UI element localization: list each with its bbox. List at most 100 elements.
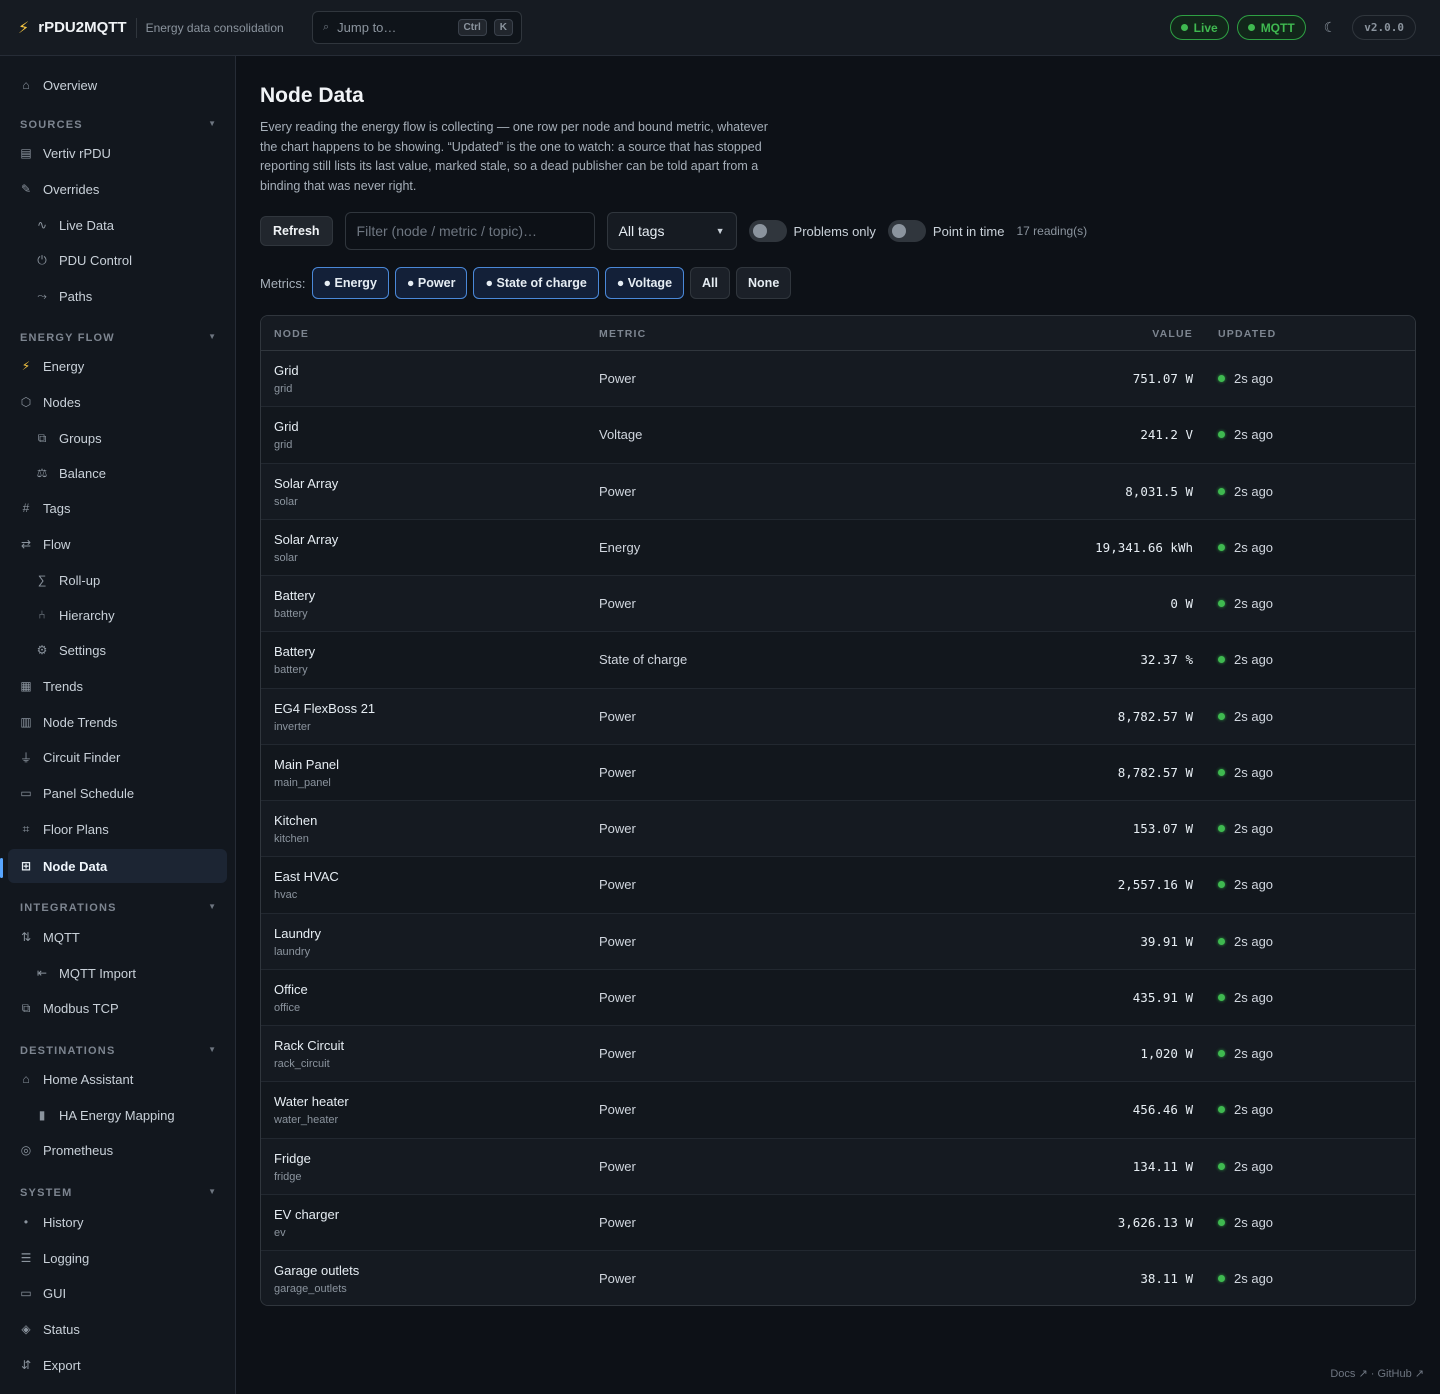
section-label: SYSTEM	[20, 1187, 73, 1199]
sidebar-item-overview[interactable]: ⌂ Overview	[8, 68, 227, 102]
theme-toggle-moon-icon[interactable]: ☾	[1324, 19, 1337, 36]
header-value[interactable]: VALUE	[1152, 328, 1193, 340]
metric-cell: Power	[599, 1271, 636, 1286]
metric-chip-energy[interactable]: ● Energy	[311, 267, 389, 299]
sidebar-item-modbus[interactable]: ⧉ Modbus TCP	[8, 991, 227, 1025]
node-cell: EG4 FlexBoss 21 inverter	[274, 701, 375, 733]
sidebar-item-ha-energy[interactable]: ▮ HA Energy Mapping	[8, 1098, 227, 1132]
sidebar-item-label: Status	[43, 1321, 80, 1337]
sidebar-item-mqtt[interactable]: ⇅ MQTT	[8, 920, 227, 954]
sidebar-item-nodes[interactable]: ⬡ Nodes	[8, 385, 227, 419]
section-integrations[interactable]: INTEGRATIONS ▼	[20, 902, 216, 914]
problems-only-toggle[interactable]	[748, 220, 787, 242]
sidebar-item-overrides[interactable]: ✎ Overrides	[8, 172, 227, 206]
sidebar-item-trends[interactable]: ▦ Trends	[8, 669, 227, 703]
docs-link[interactable]: Docs ↗	[1330, 1368, 1367, 1380]
hexagon-icon: ⬡	[20, 395, 32, 409]
table-row[interactable]: EG4 FlexBoss 21 inverter Power 8,782.57 W 2s…	[261, 688, 1415, 745]
metric-chip-power[interactable]: ● Power	[394, 267, 468, 299]
node-cell: Water heater water_heater	[274, 1094, 349, 1126]
metric-cell: Power	[599, 1158, 636, 1174]
sidebar-item-label: Settings	[59, 642, 106, 658]
table-row[interactable]: Rack Circuit rack_circuit Power 1,020 W 2s a…	[261, 1026, 1415, 1083]
sidebar-item-tags[interactable]: # Tags	[8, 491, 227, 525]
footer-links: Docs ↗ · GitHub ↗	[1330, 1367, 1424, 1380]
refresh-button[interactable]: Refresh	[260, 216, 333, 246]
sidebar-item-status[interactable]: ◈ Status	[8, 1312, 227, 1346]
table-row[interactable]: Water heater water_heater Power 456.46 W 2s …	[261, 1082, 1415, 1139]
sidebar-item-logging[interactable]: ☰ Logging	[8, 1241, 227, 1275]
sidebar-item-pdu-control[interactable]: ⏻ PDU Control	[8, 243, 227, 277]
window-icon: ▭	[20, 1286, 32, 1300]
sidebar-item-floor-plans[interactable]: ⌗ Floor Plans	[8, 812, 227, 846]
section-sources[interactable]: SOURCES ▼	[20, 119, 216, 131]
sidebar-item-vertiv[interactable]: ▤ Vertiv rPDU	[8, 136, 227, 170]
table-row[interactable]: Fridge fridge Power 134.11 W 2s ago	[261, 1138, 1415, 1195]
sidebar-item-hierarchy[interactable]: ⑃ Hierarchy	[8, 598, 227, 632]
sidebar-item-groups[interactable]: ⧉ Groups	[8, 421, 227, 455]
sidebar-item-export[interactable]: ⇵ Export	[8, 1348, 227, 1382]
metric-chip-none[interactable]: None	[736, 267, 792, 299]
point-in-time-toggle[interactable]	[887, 220, 926, 242]
table-row[interactable]: Office office Power 435.91 W 2s ago	[261, 969, 1415, 1026]
table-row[interactable]: Solar Array solar Energy 19,341.66 kWh 2s ag…	[261, 519, 1415, 576]
metric-chip-state-of-charge[interactable]: ● State of charge	[473, 267, 599, 299]
jump-to-input[interactable]	[337, 20, 451, 35]
sidebar-item-settings[interactable]: ⚙ Settings	[8, 633, 227, 667]
top-bar: ⚡ rPDU2MQTT Energy data consolidation ⌕ …	[0, 0, 1440, 56]
sidebar-item-node-trends[interactable]: ▥ Node Trends	[8, 705, 227, 739]
metric-chip-all[interactable]: All	[690, 267, 731, 299]
metric-cell: Power	[599, 821, 636, 836]
table-row[interactable]: Solar Array solar Power 8,031.5 W 2s ago	[261, 463, 1415, 520]
mqtt-badge[interactable]: MQTT	[1236, 15, 1306, 40]
sidebar-item-live-data[interactable]: ∿ Live Data	[8, 208, 227, 242]
live-badge[interactable]: Live	[1169, 15, 1229, 40]
table-row[interactable]: Kitchen kitchen Power 153.07 W 2s ago	[261, 801, 1415, 858]
sidebar-item-paths[interactable]: ⤳ Paths	[8, 279, 227, 313]
header-updated[interactable]: UPDATED	[1218, 328, 1276, 340]
tags-select[interactable]: All tags ▼	[606, 212, 737, 250]
section-destinations[interactable]: DESTINATIONS ▼	[20, 1045, 216, 1057]
table-row[interactable]: EV charger ev Power 3,626.13 W 2s ago	[261, 1194, 1415, 1251]
node-cell: Solar Array solar	[274, 476, 338, 508]
sidebar-item-panel-schedule[interactable]: ▭ Panel Schedule	[8, 776, 227, 810]
brand[interactable]: ⚡ rPDU2MQTT Energy data consolidation	[18, 17, 284, 38]
updated-text: 2s ago	[1234, 483, 1274, 499]
table-row[interactable]: Battery battery State of charge 32.37 % 2s a…	[261, 632, 1415, 689]
node-id: ev	[274, 1226, 286, 1239]
node-name: Battery	[274, 644, 316, 660]
status-dot-icon	[1218, 768, 1225, 776]
sidebar-item-flow[interactable]: ⇄ Flow	[8, 527, 227, 561]
section-system[interactable]: SYSTEM ▼	[20, 1187, 216, 1199]
github-link[interactable]: GitHub ↗	[1377, 1368, 1424, 1380]
header-node[interactable]: NODE	[274, 328, 309, 340]
sidebar-item-gui[interactable]: ▭ GUI	[8, 1276, 227, 1310]
sidebar-item-prometheus[interactable]: ◎ Prometheus	[8, 1133, 227, 1167]
table-row[interactable]: Grid grid Voltage 241.2 V 2s ago	[261, 407, 1415, 464]
sidebar-item-rollup[interactable]: ∑ Roll-up	[8, 563, 227, 597]
node-name: EG4 FlexBoss 21	[274, 700, 376, 716]
sidebar-item-history[interactable]: • History	[8, 1205, 227, 1239]
header-metric[interactable]: METRIC	[599, 328, 646, 340]
table-row[interactable]: Battery battery Power 0 W 2s ago	[261, 576, 1415, 633]
import-icon: ⇤	[36, 966, 48, 980]
table-row[interactable]: Grid grid Power 751.07 W 2s ago	[261, 351, 1415, 408]
sidebar-item-balance[interactable]: ⚖ Balance	[8, 456, 227, 490]
section-energy-flow[interactable]: ENERGY FLOW ▼	[20, 332, 216, 344]
sidebar-item-mqtt-import[interactable]: ⇤ MQTT Import	[8, 956, 227, 990]
jump-to-box[interactable]: ⌕ Ctrl K	[312, 11, 522, 44]
table-row[interactable]: Main Panel main_panel Power 8,782.57 W 2s ag…	[261, 744, 1415, 801]
node-id: main_panel	[274, 776, 331, 789]
sidebar-item-node-data[interactable]: ⊞ Node Data	[8, 849, 227, 883]
metric-cell: Power	[599, 1046, 636, 1061]
sidebar-item-energy[interactable]: ⚡ Energy	[8, 349, 227, 383]
node-cell: Rack Circuit rack_circuit	[274, 1038, 344, 1070]
sidebar-item-circuit-finder[interactable]: ⏚ Circuit Finder	[8, 740, 227, 774]
table-row[interactable]: Garage outlets garage_outlets Power 38.11 W…	[261, 1251, 1415, 1305]
metric-chip-voltage[interactable]: ● Voltage	[604, 267, 685, 299]
filter-input[interactable]	[344, 212, 595, 250]
app-name: rPDU2MQTT	[38, 19, 127, 36]
table-row[interactable]: East HVAC hvac Power 2,557.16 W 2s ago	[261, 857, 1415, 914]
table-row[interactable]: Laundry laundry Power 39.91 W 2s ago	[261, 913, 1415, 970]
sidebar-item-home-assistant[interactable]: ⌂ Home Assistant	[8, 1062, 227, 1096]
